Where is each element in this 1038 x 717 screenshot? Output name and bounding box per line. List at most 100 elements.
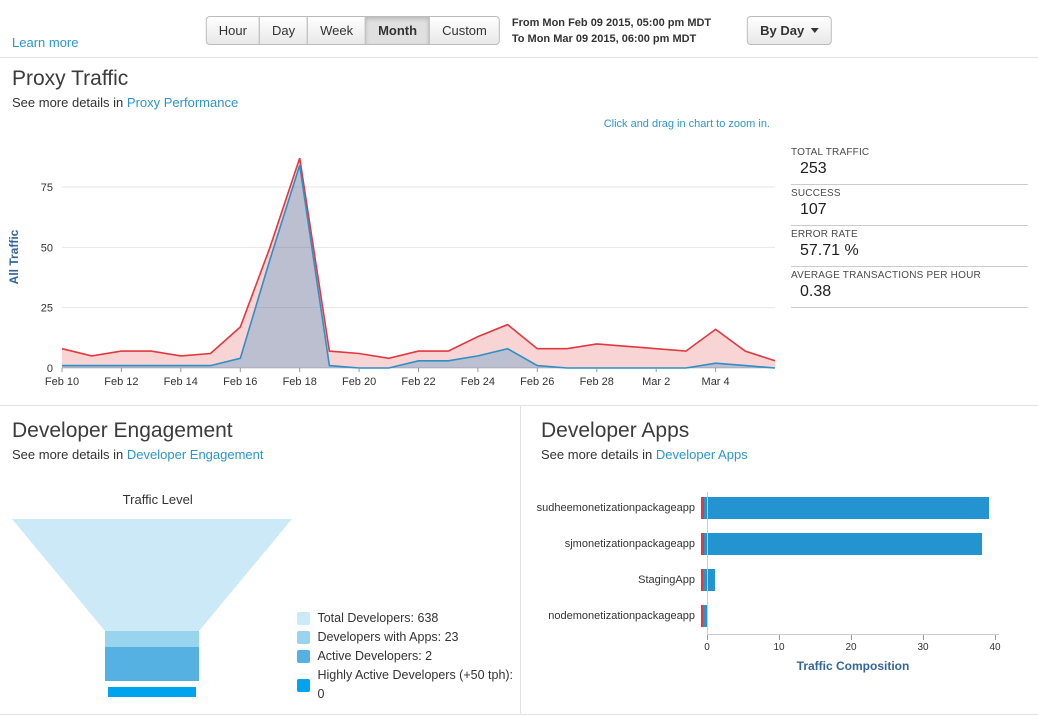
developer-apps-section: Developer Apps See more details in Devel… xyxy=(520,406,1038,714)
x-tick-label: 0 xyxy=(704,642,710,653)
proxy-traffic-chart[interactable]: 0 25 50 75 Feb 10 Feb 12 Feb 14 Feb 16 Feb 18 Feb… xyxy=(4,132,789,405)
bar-row: sudheemonetizationpackageapp xyxy=(529,490,1038,526)
legend-swatch-icon xyxy=(297,678,311,692)
developer-engagement-link[interactable]: Developer Engagement xyxy=(127,447,264,462)
svg-text:Feb 22: Feb 22 xyxy=(401,376,435,388)
funnel-legend-item: Highly Active Developers (+50 tph): 0 xyxy=(297,666,520,704)
stat-total-traffic: TOTAL TRAFFIC 253 xyxy=(791,144,1028,185)
zoom-hint: Click and drag in chart to zoom in. xyxy=(603,118,770,130)
details-prefix: See more details in xyxy=(541,447,656,462)
x-tick-mark xyxy=(995,635,996,640)
svg-text:75: 75 xyxy=(41,182,53,194)
bar-row: StagingApp xyxy=(529,562,1038,598)
proxy-performance-link[interactable]: Proxy Performance xyxy=(127,95,238,110)
bar-track xyxy=(701,533,1038,555)
x-tick-mark xyxy=(923,635,924,640)
range-button-day[interactable]: Day xyxy=(258,16,309,45)
funnel-legend-item: Active Developers: 2 xyxy=(297,647,520,666)
stat-label: AVERAGE TRANSACTIONS PER HOUR xyxy=(791,270,981,281)
range-from: From Mon Feb 09 2015, 05:00 pm MDT xyxy=(511,17,712,29)
stat-value: 253 xyxy=(800,160,827,177)
x-tick-label: 10 xyxy=(773,642,785,653)
funnel-legend-item: Developers with Apps: 23 xyxy=(297,628,520,647)
developer-engagement-title: Developer Engagement xyxy=(12,419,233,442)
bar-chart-x-axis-label: Traffic Composition xyxy=(796,659,910,673)
range-button-hour[interactable]: Hour xyxy=(205,16,260,45)
funnel-legend: Total Developers: 638 Developers with App… xyxy=(297,609,520,706)
engagement-details-text: See more details in Developer Engagement xyxy=(12,447,508,462)
learn-more-link[interactable]: Learn more xyxy=(12,35,78,50)
stat-value: 107 xyxy=(800,201,827,218)
developer-apps-link[interactable]: Developer Apps xyxy=(656,447,748,462)
funnel-title: Traffic Level xyxy=(122,492,193,507)
svg-text:Feb 26: Feb 26 xyxy=(520,376,554,388)
range-button-custom[interactable]: Custom xyxy=(429,16,500,45)
top-toolbar: Learn more Hour Day Week Month Custom From M… xyxy=(0,0,1038,58)
bar-row: nodemonetizationpackageapp xyxy=(529,598,1038,634)
date-range-controls: Hour Day Week Month Custom From Mon Feb 09 2… xyxy=(205,16,833,48)
legend-label: Active Developers: 2 xyxy=(317,649,433,663)
details-prefix: See more details in xyxy=(12,95,127,110)
svg-text:Feb 10: Feb 10 xyxy=(45,376,79,388)
bar-segment-success[interactable] xyxy=(703,533,982,555)
legend-label: Highly Active Developers (+50 tph): 0 xyxy=(317,668,514,701)
svg-text:Feb 20: Feb 20 xyxy=(342,376,376,388)
stat-value: 57.71 % xyxy=(800,242,859,259)
stat-error-rate: ERROR RATE 57.71 % xyxy=(791,226,1028,267)
bar-segment-success[interactable] xyxy=(703,497,989,519)
bar-track xyxy=(701,569,1038,591)
bar-category-label: nodemonetizationpackageapp xyxy=(548,610,695,622)
x-tick-mark xyxy=(851,635,852,640)
bar-segment-success[interactable] xyxy=(703,569,716,591)
svg-text:25: 25 xyxy=(41,303,53,315)
svg-text:Mar 4: Mar 4 xyxy=(702,376,730,388)
svg-text:Feb 24: Feb 24 xyxy=(461,376,495,388)
stat-success: SUCCESS 107 xyxy=(791,185,1028,226)
x-tick-mark xyxy=(779,635,780,640)
proxy-traffic-title: Proxy Traffic xyxy=(12,67,129,90)
legend-swatch-icon xyxy=(297,612,311,625)
proxy-details-text: See more details in Proxy Performance xyxy=(12,95,1026,110)
by-day-dropdown[interactable]: By Day xyxy=(747,16,833,45)
bar-category-label: sjmonetizationpackageapp xyxy=(564,538,695,550)
stat-label: ERROR RATE xyxy=(791,229,858,240)
bar-chart-x-axis: 0 10 20 30 40 xyxy=(704,634,1001,658)
svg-text:All Traffic: All Traffic xyxy=(7,229,21,284)
x-tick-label: 20 xyxy=(845,642,857,653)
stat-label: TOTAL TRAFFIC xyxy=(791,147,870,158)
svg-text:0: 0 xyxy=(47,363,53,375)
svg-text:50: 50 xyxy=(41,242,53,254)
engagement-funnel-zone: Traffic Level Total Developers: 638 Devel… xyxy=(12,492,520,706)
legend-label: Total Developers: 638 xyxy=(317,611,439,625)
legend-swatch-icon xyxy=(297,631,311,644)
proxy-traffic-section: Proxy Traffic See more details in Proxy … xyxy=(0,67,1038,405)
stat-average-transactions-per-hour: AVERAGE TRANSACTIONS PER HOUR 0.38 xyxy=(791,267,1028,308)
bar-track xyxy=(701,605,1038,627)
bar-track xyxy=(701,497,1038,519)
bar-row: sjmonetizationpackageapp xyxy=(529,526,1038,562)
svg-text:Feb 16: Feb 16 xyxy=(223,376,257,388)
svg-text:Feb 12: Feb 12 xyxy=(104,376,138,388)
legend-swatch-icon xyxy=(297,650,311,663)
range-button-month[interactable]: Month xyxy=(365,16,431,45)
legend-label: Developers with Apps: 23 xyxy=(317,630,459,644)
x-tick-label: 30 xyxy=(917,642,929,653)
x-tick-mark xyxy=(707,635,708,640)
x-tick-label: 40 xyxy=(989,642,1001,653)
bar-category-label: StagingApp xyxy=(638,574,695,586)
date-range-text: From Mon Feb 09 2015, 05:00 pm MDT To Mo… xyxy=(512,16,711,48)
developer-engagement-section: Developer Engagement See more details in… xyxy=(0,406,520,714)
stat-value: 0.38 xyxy=(800,283,832,300)
funnel-legend-item: Total Developers: 638 xyxy=(297,609,520,628)
svg-text:Feb 28: Feb 28 xyxy=(580,376,614,388)
range-button-week[interactable]: Week xyxy=(307,16,367,45)
svg-text:Feb 14: Feb 14 xyxy=(164,376,198,388)
developer-apps-chart: sudheemonetizationpackageapp sjmonetizati… xyxy=(529,490,1038,673)
apps-details-text: See more details in Developer Apps xyxy=(541,447,1026,462)
svg-text:Mar 2: Mar 2 xyxy=(642,376,670,388)
details-prefix: See more details in xyxy=(12,447,127,462)
range-button-group: Hour Day Week Month Custom xyxy=(205,16,500,45)
engagement-funnel-chart[interactable] xyxy=(12,519,303,706)
bottom-panels: Developer Engagement See more details in… xyxy=(0,405,1038,715)
by-day-label: By Day xyxy=(760,23,805,38)
